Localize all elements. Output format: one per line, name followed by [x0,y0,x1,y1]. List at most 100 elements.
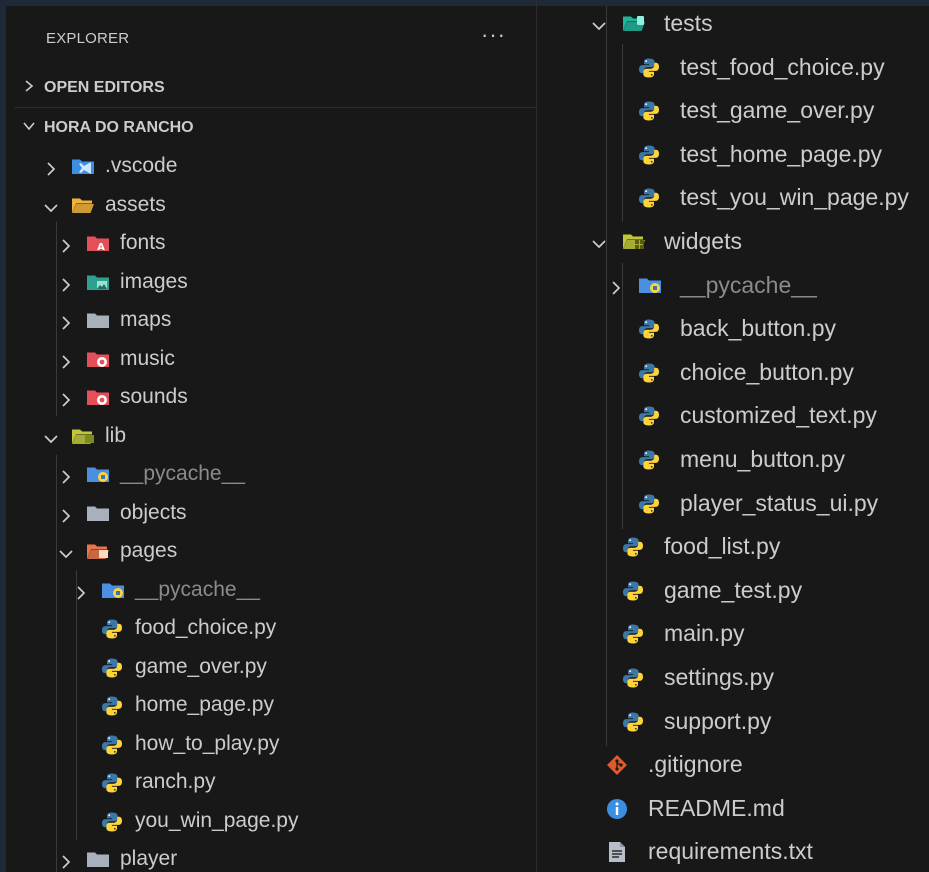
tree-file-item[interactable]: ranch.py [0,764,536,802]
chevron-right-icon[interactable] [58,313,74,330]
tree-item-label: __pycache__ [135,577,260,601]
tree-folder-item[interactable]: tests [536,5,929,43]
tree-file-item[interactable]: .gitignore [536,746,929,784]
tree-file-item[interactable]: home_page.py [0,687,536,725]
python-file-icon [101,734,123,754]
tree-folder-item[interactable]: __pycache__ [0,572,536,610]
tree-folder-item[interactable]: lib [0,418,536,456]
tree-item-label: requirements.txt [648,838,813,865]
tree-folder-item[interactable]: .vscode [0,148,536,186]
more-actions-icon[interactable]: ··· [481,22,506,48]
chevron-right-icon[interactable] [73,583,89,600]
pages-folder-open-icon [86,541,109,561]
tree-folder-item[interactable]: music [0,341,536,379]
tree-file-item[interactable]: game_over.py [0,649,536,687]
tree-item-label: __pycache__ [680,271,817,298]
tree-folder-item[interactable]: widgets [536,223,929,261]
chevron-right-icon[interactable] [58,390,74,407]
tree-file-item[interactable]: player_status_ui.py [536,485,929,523]
tree-item-label: maps [120,308,172,331]
explorer-tree-continued: tests test_food_choice.py test_game_over.p… [536,0,929,872]
chevron-down-icon[interactable] [591,234,607,250]
tree-file-item[interactable]: main.py [536,615,929,653]
chevron-down-icon [23,122,35,131]
tree-item-label: home_page.py [135,693,274,716]
tree-item-label: back_button.py [680,315,837,342]
tree-folder-item[interactable]: __pycache__ [0,456,536,494]
tree-file-item[interactable]: test_game_over.py [536,92,929,130]
sounds-folder-icon [86,387,109,407]
tree-file-item[interactable]: settings.py [536,659,929,697]
tree-file-item[interactable]: test_home_page.py [536,136,929,174]
chevron-right-icon[interactable] [58,236,74,253]
chevron-right-icon[interactable] [43,159,59,176]
tree-file-item[interactable]: back_button.py [536,310,929,348]
tree-file-item[interactable]: food_choice.py [0,610,536,648]
project-section[interactable]: HORA DO RANCHO [14,109,536,147]
chevron-down-icon[interactable] [43,429,59,445]
python-file-icon [638,318,660,339]
tree-file-item[interactable]: choice_button.py [536,354,929,392]
python-file-icon [101,695,123,716]
assets-folder-open-icon [71,195,94,215]
tree-item-label: settings.py [664,664,774,690]
tree-item-label: food_choice.py [135,616,277,639]
tree-file-item[interactable]: food_list.py [536,528,929,566]
git-icon [606,754,628,776]
pycache-folder-icon [638,275,661,295]
tree-item-label: tests [664,10,713,36]
tree-item-label: food_list.py [664,533,781,560]
images-folder-icon [86,272,109,292]
chevron-down-icon[interactable] [591,16,607,32]
python-file-icon [101,811,123,831]
tree-file-item[interactable]: test_you_win_page.py [536,179,929,217]
tree-folder-item[interactable]: pages [0,533,536,571]
tree-folder-item[interactable]: maps [0,302,536,340]
chevron-down-icon[interactable] [58,544,74,560]
lib-folder-open-icon [71,426,94,446]
tree-item-label: music [120,346,175,370]
folder-icon [86,310,109,330]
tree-folder-item[interactable]: __pycache__ [536,267,929,305]
tree-file-item[interactable]: you_win_page.py [0,803,536,841]
chevron-right-icon[interactable] [58,467,74,484]
open-editors-section[interactable]: OPEN EDITORS [14,69,536,107]
tree-file-item[interactable]: test_food_choice.py [536,49,929,87]
python-file-icon [622,580,644,601]
folder-icon [86,503,109,523]
python-file-icon [101,772,123,793]
tree-item-label: menu_button.py [680,446,845,472]
tree-file-item[interactable]: how_to_play.py [0,726,536,764]
window-top-edge [0,0,929,6]
python-file-icon [622,623,644,644]
python-file-icon [638,100,660,121]
tree-file-item[interactable]: customized_text.py [536,397,929,435]
tree-folder-item[interactable]: sounds [0,379,536,417]
tree-file-item[interactable]: menu_button.py [536,441,929,479]
tree-file-item[interactable]: requirements.txt [536,833,929,871]
open-editors-label: OPEN EDITORS [44,79,165,96]
chevron-down-icon[interactable] [43,198,59,214]
tree-folder-item[interactable]: images [0,264,536,302]
tree-file-item[interactable]: game_test.py [536,572,929,610]
python-file-icon [638,57,660,78]
tree-file-item[interactable]: support.py [536,703,929,741]
section-divider [14,107,536,108]
tree-item-label: objects [120,500,187,524]
tree-item-label: README.md [648,794,785,821]
python-file-icon [622,667,644,688]
chevron-right-icon[interactable] [58,852,74,869]
tree-item-label: assets [105,192,166,216]
tree-folder-item[interactable]: player [0,841,536,872]
tree-folder-item[interactable]: objects [0,495,536,533]
tree-folder-item[interactable]: Afonts [0,225,536,263]
chevron-right-icon[interactable] [58,352,74,369]
tree-folder-item[interactable]: assets [0,187,536,225]
tree-item-label: ranch.py [135,770,216,793]
python-file-icon [622,711,644,732]
chevron-right-icon[interactable] [58,275,74,292]
tree-file-item[interactable]: README.md [536,790,929,828]
svg-text:A: A [97,242,105,253]
chevron-right-icon[interactable] [58,506,74,523]
chevron-right-icon[interactable] [608,278,624,295]
